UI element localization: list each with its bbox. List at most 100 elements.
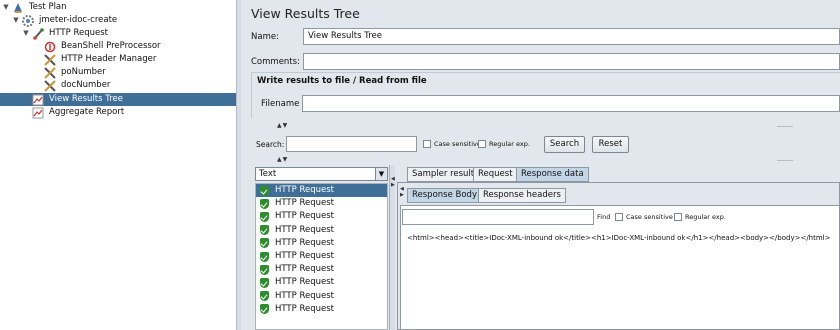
tab-response-headers[interactable]: Response headers — [478, 188, 566, 203]
name-label: Name: — [251, 32, 279, 42]
comments-field[interactable] — [303, 53, 840, 70]
sample-label: HTTP Request — [275, 224, 334, 235]
listener-chart-icon — [32, 107, 44, 119]
expand-toggle-icon[interactable]: ▼ — [2, 1, 10, 14]
filename-label: Filename — [261, 99, 300, 109]
filename-field[interactable] — [302, 95, 840, 112]
tree-item-label: Aggregate Report — [49, 107, 125, 117]
checkbox-icon[interactable] — [674, 213, 682, 221]
results-splitter[interactable] — [389, 165, 395, 330]
listener-chart-icon — [32, 94, 44, 106]
sample-label: HTTP Request — [275, 198, 334, 209]
renderer-selected-value: Text — [259, 169, 277, 179]
success-shield-icon — [260, 264, 269, 275]
sample-label: HTTP Request — [275, 211, 334, 222]
sample-result-item[interactable]: HTTP Request — [256, 197, 387, 210]
config-tools-icon — [44, 66, 56, 79]
collapse-arrows-icon[interactable]: ◀ ▶ — [391, 176, 395, 188]
http-request-icon — [32, 27, 44, 40]
test-plan-icon — [12, 2, 24, 14]
expand-toggle-icon[interactable]: ▼ — [12, 14, 20, 27]
find-label-text: Find — [597, 213, 611, 221]
find-regex-checkbox[interactable]: Regular exp. — [674, 213, 726, 221]
sample-result-item[interactable]: HTTP Request — [256, 224, 387, 237]
tree-item-http-header-manager[interactable]: HTTP Header Manager — [44, 53, 158, 66]
splitter-grip[interactable] — [777, 160, 793, 161]
collapse-arrows-icon[interactable]: ▲▼ — [277, 156, 288, 163]
sample-result-item[interactable]: HTTP Request — [256, 303, 387, 316]
tree-item-label: docNumber — [61, 80, 111, 90]
search-label: Search: — [256, 140, 285, 149]
collapse-arrows-icon[interactable]: ◀ ▶ — [400, 186, 404, 198]
comments-label: Comments: — [251, 57, 300, 67]
tree-item-label: BeanShell PreProcessor — [61, 41, 161, 51]
tree-item-label: HTTP Request — [49, 28, 108, 38]
name-field[interactable]: View Results Tree — [303, 28, 840, 45]
sample-result-item[interactable]: HTTP Request — [256, 210, 387, 223]
sample-result-item[interactable]: HTTP Request — [256, 290, 387, 303]
sample-label: HTTP Request — [275, 303, 334, 314]
tree-item-test-plan[interactable]: ▼ Test Plan — [2, 1, 69, 14]
test-plan-tree[interactable]: ▼ Test Plan ▼ jmeter-idoc-create ▼ HTTP … — [0, 0, 236, 330]
success-shield-icon — [260, 291, 269, 302]
success-shield-icon — [260, 251, 269, 262]
success-shield-icon — [260, 211, 269, 222]
collapse-arrows-icon[interactable]: ▲▼ — [277, 122, 288, 129]
tree-item-label: HTTP Header Manager — [61, 54, 157, 64]
tree-item-http-request[interactable]: ▼ HTTP Request — [22, 27, 110, 40]
search-input[interactable] — [286, 136, 417, 152]
tree-item-label: poNumber — [61, 67, 106, 77]
splitter-grip[interactable] — [777, 126, 793, 127]
tab-sampler-result[interactable]: Sampler result — [407, 167, 480, 182]
sample-results-list[interactable]: HTTP Request HTTP Request HTTP Request H… — [255, 183, 388, 330]
chevron-down-icon[interactable]: ▼ — [375, 168, 387, 180]
success-shield-icon — [260, 185, 269, 196]
tree-item-beanshell-preprocessor[interactable]: BeanShell PreProcessor — [44, 40, 163, 53]
view-results-tree-panel: View Results Tree Name: View Results Tre… — [241, 0, 840, 330]
search-case-sensitive-checkbox[interactable]: Case sensitive — [423, 140, 481, 148]
success-shield-icon — [260, 277, 269, 288]
case-sensitive-label: Case sensitive — [434, 140, 481, 148]
config-tools-icon — [44, 53, 56, 66]
sample-label: HTTP Request — [275, 264, 334, 275]
sample-result-item[interactable]: HTTP Request — [256, 237, 387, 250]
sample-label: HTTP Request — [275, 237, 334, 248]
search-button[interactable]: Search — [544, 136, 585, 153]
success-shield-icon — [260, 225, 269, 236]
checkbox-icon[interactable] — [478, 140, 486, 148]
sample-label: HTTP Request — [275, 251, 334, 262]
renderer-select[interactable]: Text ▼ — [255, 167, 388, 181]
tree-item-docnumber[interactable]: docNumber — [44, 79, 112, 92]
tree-item-ponumber[interactable]: poNumber — [44, 66, 108, 79]
success-shield-icon — [260, 238, 269, 249]
sample-label: HTTP Request — [275, 290, 334, 301]
search-regex-checkbox[interactable]: Regular exp. — [478, 140, 530, 148]
tree-item-view-results-tree[interactable]: View Results Tree — [0, 93, 236, 106]
tree-item-aggregate-report[interactable]: Aggregate Report — [32, 106, 126, 119]
tree-item-thread-group[interactable]: ▼ jmeter-idoc-create — [12, 14, 119, 27]
beanshell-icon — [44, 41, 56, 53]
thread-group-icon — [22, 14, 34, 27]
checkbox-icon[interactable] — [615, 213, 623, 221]
success-shield-icon — [260, 198, 269, 209]
tree-item-label: View Results Tree — [49, 94, 123, 104]
sample-result-item[interactable]: HTTP Request — [256, 263, 387, 276]
tab-response-data[interactable]: Response data — [516, 167, 589, 182]
tab-response-body[interactable]: Response Body — [407, 188, 482, 203]
file-section-title: Write results to file / Read from file — [257, 76, 427, 86]
find-input[interactable] — [402, 209, 594, 225]
regex-label: Regular exp. — [685, 213, 726, 221]
reset-button[interactable]: Reset — [592, 136, 629, 153]
expand-toggle-icon[interactable]: ▼ — [22, 27, 30, 40]
tree-item-label: Test Plan — [29, 2, 67, 12]
sample-label: HTTP Request — [275, 277, 334, 288]
tab-request[interactable]: Request — [473, 167, 518, 182]
success-shield-icon — [260, 304, 269, 315]
sample-result-item[interactable]: HTTP Request — [256, 184, 387, 198]
sample-label: HTTP Request — [275, 185, 334, 196]
sample-result-item[interactable]: HTTP Request — [256, 250, 387, 263]
find-label: Find — [597, 213, 614, 221]
find-case-sensitive-checkbox[interactable]: Case sensitive — [615, 213, 673, 221]
checkbox-icon[interactable] — [423, 140, 431, 148]
sample-result-item[interactable]: HTTP Request — [256, 276, 387, 289]
